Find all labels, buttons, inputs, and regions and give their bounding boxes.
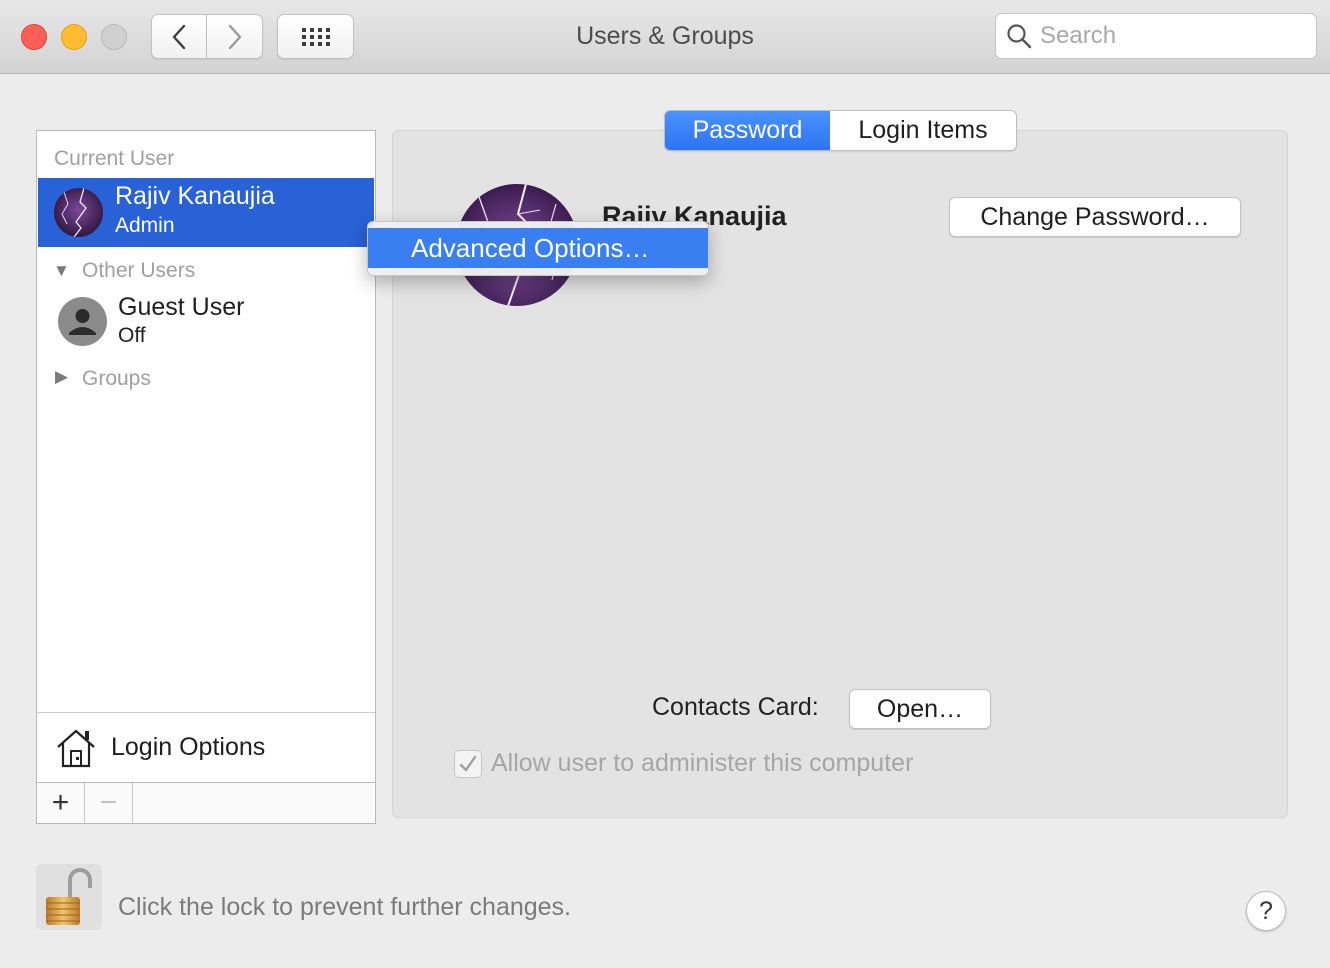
- person-icon: [69, 309, 96, 335]
- unlocked-padlock-icon: [46, 868, 92, 925]
- allow-admin-row: Allow user to administer this computer: [454, 749, 913, 778]
- disclosure-closed-icon[interactable]: ▶: [55, 367, 68, 387]
- house-icon: [57, 729, 95, 767]
- groups-header[interactable]: Groups: [82, 367, 151, 391]
- disclosure-open-icon[interactable]: ▼: [53, 261, 70, 281]
- search-input[interactable]: [1040, 22, 1300, 50]
- search-field[interactable]: [995, 13, 1317, 59]
- sidebar-item-current-user[interactable]: Rajiv Kanaujia Admin: [38, 178, 374, 247]
- menu-item-advanced-options[interactable]: Advanced Options…: [368, 228, 708, 268]
- lock-status-text: Click the lock to prevent further change…: [118, 893, 572, 921]
- guest-user-name: Guest User: [118, 293, 245, 321]
- login-options-label: Login Options: [111, 733, 266, 761]
- checkmark-icon: [459, 755, 477, 771]
- other-users-header: Other Users: [82, 259, 196, 282]
- lock-button[interactable]: [36, 864, 102, 930]
- remove-user-button[interactable]: −: [85, 783, 133, 823]
- search-icon: [1007, 24, 1032, 49]
- current-user-name: Rajiv Kanaujia: [115, 182, 275, 210]
- contacts-card-label: Contacts Card:: [652, 693, 819, 721]
- title-bar: Users & Groups: [0, 0, 1330, 74]
- sidebar-footer: + −: [37, 782, 375, 823]
- current-user-role: Admin: [115, 214, 175, 237]
- current-user-header: Current User: [54, 147, 175, 170]
- allow-admin-checkbox[interactable]: [454, 749, 482, 778]
- context-menu: Advanced Options…: [367, 221, 709, 276]
- add-user-button[interactable]: +: [37, 783, 85, 823]
- tab-login-items[interactable]: Login Items: [830, 111, 1016, 150]
- open-contacts-card-button[interactable]: Open…: [849, 689, 991, 729]
- tab-bar: Password Login Items: [664, 110, 1017, 151]
- guest-user-status: Off: [118, 324, 146, 347]
- guest-avatar: [58, 297, 107, 346]
- tab-password[interactable]: Password: [665, 111, 830, 150]
- help-button[interactable]: ?: [1246, 891, 1286, 931]
- change-password-button[interactable]: Change Password…: [949, 197, 1241, 237]
- allow-admin-label: Allow user to administer this computer: [491, 749, 914, 777]
- login-options-item[interactable]: Login Options: [37, 712, 375, 782]
- users-sidebar: Current User Rajiv Kanaujia Admin ▼ Othe…: [36, 130, 376, 824]
- user-avatar: [54, 188, 103, 237]
